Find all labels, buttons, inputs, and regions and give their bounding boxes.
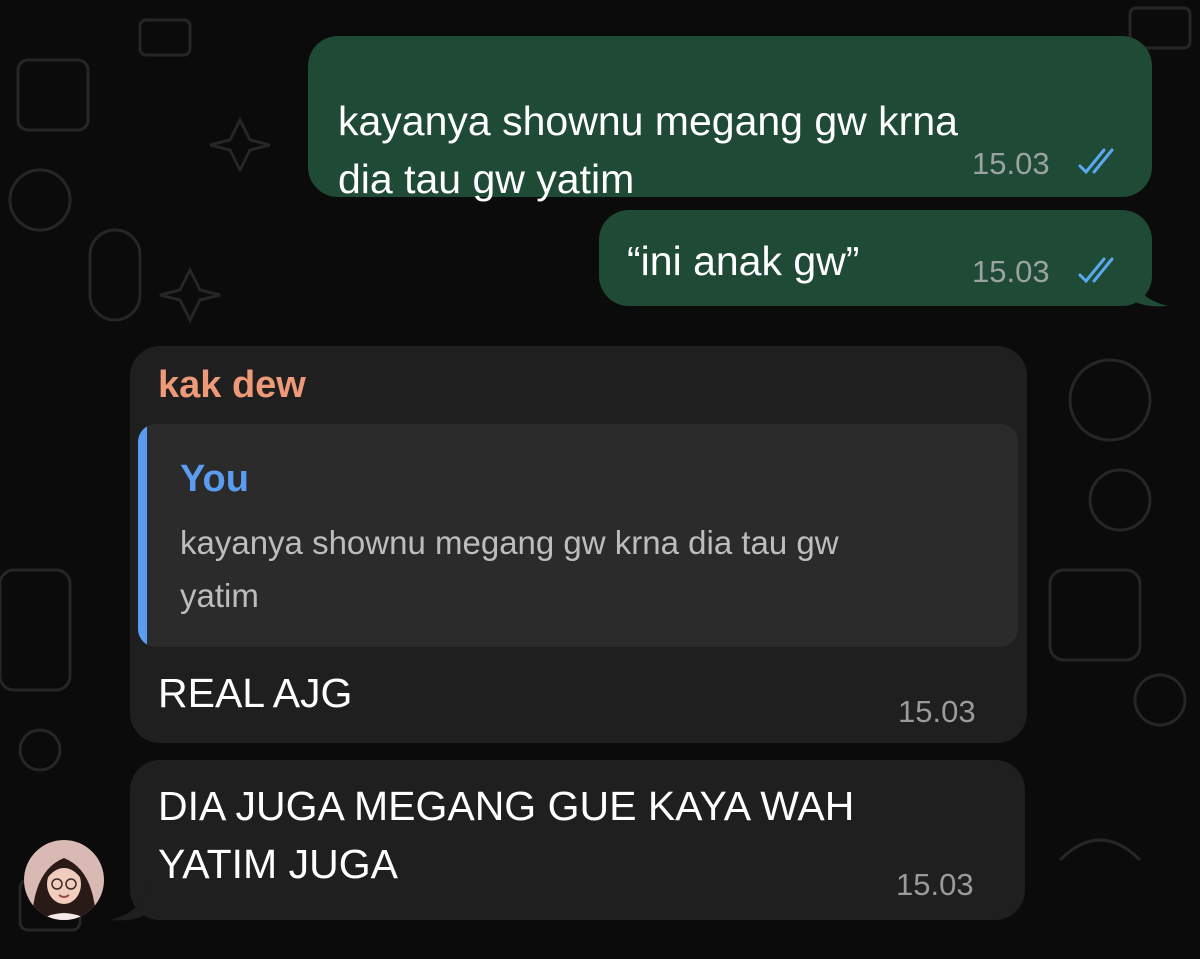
reply-text: kayanya shownu megang gw krna dia tau gw… — [180, 516, 839, 622]
message-line: kayanya shownu megang gw krna — [338, 98, 958, 144]
outgoing-message[interactable]: kayanya shownu megang gw krna dia tau gw… — [308, 36, 1152, 202]
avatar-image — [24, 840, 104, 920]
contact-avatar[interactable] — [24, 840, 104, 920]
bubble-tail — [1130, 268, 1168, 307]
message-line: REAL AJG — [158, 670, 353, 716]
reply-quote[interactable]: You kayanya shownu megang gw krna dia ta… — [138, 424, 1018, 647]
reply-author: You — [180, 458, 249, 500]
message-text: kayanya shownu megang gw krna dia tau gw… — [338, 92, 958, 208]
message-time: 15.03 — [972, 146, 1050, 181]
message-time: 15.03 — [896, 867, 974, 902]
double-check-icon — [1078, 148, 1114, 175]
reply-accent-bar — [138, 424, 147, 647]
reply-line: kayanya shownu megang gw krna dia tau gw — [180, 524, 839, 561]
message-time: 15.03 — [972, 254, 1050, 289]
message-line: dia tau gw yatim — [338, 156, 635, 202]
message-text: DIA JUGA MEGANG GUE KAYA WAH YATIM JUGA — [158, 777, 854, 893]
bubble-tail — [110, 882, 148, 921]
message-line: DIA JUGA MEGANG GUE KAYA WAH — [158, 783, 855, 829]
reply-line: yatim — [180, 577, 259, 614]
message-line: YATIM JUGA — [158, 841, 398, 887]
outgoing-message[interactable]: “ini anak gw” 15.03 — [599, 210, 1152, 306]
message-time: 15.03 — [898, 694, 976, 729]
incoming-message[interactable]: DIA JUGA MEGANG GUE KAYA WAH YATIM JUGA … — [130, 760, 1025, 920]
message-text: REAL AJG — [158, 664, 352, 722]
incoming-message[interactable]: kak dew You kayanya shownu megang gw krn… — [130, 346, 1027, 743]
message-line: “ini anak gw” — [627, 238, 860, 284]
message-text: “ini anak gw” — [627, 232, 859, 290]
double-check-icon — [1078, 257, 1114, 284]
sender-name: kak dew — [158, 364, 306, 406]
